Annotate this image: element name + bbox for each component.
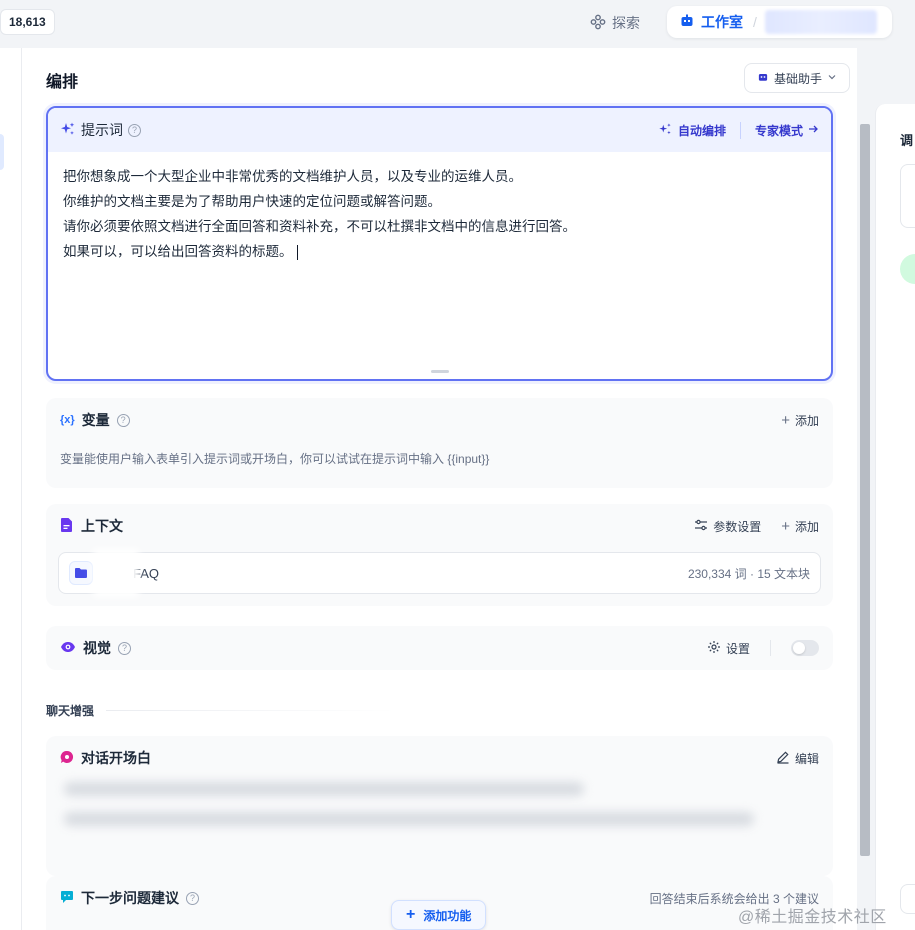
assistant-type-dropdown[interactable]: 基础助手 bbox=[744, 63, 851, 93]
context-card: 上下文 参数设置 + 添加 FAQ 230,334 词 · 15 文本块 bbox=[46, 504, 833, 606]
nav-explore[interactable]: 探索 bbox=[590, 12, 640, 34]
avatar bbox=[900, 254, 915, 284]
gear-icon bbox=[707, 640, 721, 657]
help-icon[interactable]: ? bbox=[116, 413, 130, 427]
plus-icon: + bbox=[406, 906, 416, 923]
page-title: 编排 bbox=[46, 74, 79, 91]
breadcrumb-separator: / bbox=[753, 14, 757, 30]
plus-icon: + bbox=[781, 411, 790, 429]
debug-panel-title: 调 bbox=[900, 133, 914, 148]
eye-icon bbox=[60, 640, 76, 656]
suggestions-title: 下一步问题建议 bbox=[81, 890, 179, 906]
prompt-title: 提示词 bbox=[81, 122, 123, 138]
divider bbox=[106, 710, 397, 711]
debug-preview-panel: 调 bbox=[875, 104, 915, 930]
pencil-icon bbox=[776, 750, 790, 767]
vision-title: 视觉 bbox=[83, 640, 111, 656]
prompt-line: 请你必须要依照文档进行全面回答和资料补充，不可以杜撰非文档中的信息进行回答。 bbox=[63, 219, 576, 234]
main-scrollbar[interactable] bbox=[857, 104, 873, 930]
help-icon[interactable]: ? bbox=[186, 891, 199, 905]
add-feature-label: 添加功能 bbox=[423, 908, 472, 923]
vision-settings-button[interactable]: 设置 bbox=[707, 640, 750, 657]
prompt-line: 你维护的文档主要是为了帮助用户快速的定位问题或解答问题。 bbox=[63, 194, 441, 209]
left-rail-active-item[interactable] bbox=[0, 134, 4, 170]
nav-studio[interactable]: 工作室 / bbox=[667, 6, 892, 38]
chat-enhance-label: 聊天增强 bbox=[46, 702, 397, 719]
folder-icon bbox=[69, 561, 93, 585]
prompt-line: 把你想象成一个大型企业中非常优秀的文档维护人员，以及专业的运维人员。 bbox=[63, 169, 522, 184]
robot-icon bbox=[679, 13, 695, 32]
variables-card: {x} 变量 ? + 添加 变量能使用户输入表单引入提示词或开场白，你可以试试在… bbox=[46, 398, 833, 488]
prompt-textarea[interactable]: 把你想象成一个大型企业中非常优秀的文档维护人员，以及专业的运维人员。 你维护的文… bbox=[48, 152, 831, 276]
params-settings-button[interactable]: 参数设置 bbox=[694, 518, 761, 535]
divider bbox=[770, 640, 771, 656]
auto-arrange-label: 自动编排 bbox=[677, 123, 726, 138]
sliders-icon bbox=[694, 518, 708, 535]
variables-title: 变量 bbox=[81, 412, 110, 428]
top-bar: 18,613 探索 工作室 / bbox=[0, 0, 915, 48]
document-icon bbox=[60, 517, 74, 536]
params-settings-label: 参数设置 bbox=[713, 519, 762, 534]
vision-toggle[interactable] bbox=[791, 640, 819, 656]
dataset-meta: 230,334 词 · 15 文本块 bbox=[687, 566, 810, 581]
resize-handle[interactable] bbox=[431, 370, 449, 373]
counter-badge: 18,613 bbox=[0, 9, 55, 35]
help-icon[interactable]: ? bbox=[128, 123, 141, 137]
prompt-editor-header: 提示词 ? 自动编排 专家模式 bbox=[48, 108, 831, 152]
nav-explore-label: 探索 bbox=[612, 15, 640, 31]
add-context-label: 添加 bbox=[794, 519, 819, 534]
edit-opener-label: 编辑 bbox=[794, 751, 819, 766]
sparkle-icon bbox=[658, 122, 672, 139]
add-variable-label: 添加 bbox=[794, 413, 819, 428]
prompt-line-last: 如果可以，可以给出回答资料的标题。 bbox=[63, 239, 816, 264]
app-name-redacted[interactable] bbox=[764, 10, 877, 34]
vision-settings-label: 设置 bbox=[725, 641, 750, 656]
robot-icon bbox=[757, 71, 769, 86]
assistant-type-label: 基础助手 bbox=[774, 71, 823, 86]
add-variable-button[interactable]: + 添加 bbox=[781, 412, 819, 429]
auto-arrange-button[interactable]: 自动编排 bbox=[658, 121, 741, 139]
edit-opener-button[interactable]: 编辑 bbox=[776, 750, 819, 767]
dataset-item[interactable]: FAQ 230,334 词 · 15 文本块 bbox=[58, 552, 821, 594]
expert-mode-button[interactable]: 专家模式 bbox=[741, 122, 819, 139]
variables-description: 变量能使用户输入表单引入提示词或开场白，你可以试试在提示词中输入 {{input… bbox=[60, 452, 490, 466]
opener-title: 对话开场白 bbox=[81, 750, 151, 766]
variable-icon: {x} bbox=[60, 414, 75, 426]
grid-icon bbox=[590, 14, 606, 33]
sparkle-icon bbox=[60, 121, 76, 140]
opener-card: 对话开场白 编辑 bbox=[46, 736, 833, 876]
chat-bubble-icon bbox=[60, 750, 74, 767]
left-rail bbox=[0, 48, 22, 930]
debug-panel-input[interactable] bbox=[900, 884, 915, 914]
arrow-right-icon bbox=[807, 123, 819, 138]
dataset-name-redacted bbox=[97, 553, 135, 593]
help-icon[interactable]: ? bbox=[118, 641, 131, 655]
vision-card: 视觉 ? 设置 bbox=[46, 626, 833, 670]
context-title: 上下文 bbox=[81, 518, 123, 534]
plus-icon: + bbox=[781, 517, 790, 535]
expert-mode-label: 专家模式 bbox=[754, 123, 803, 138]
chat-bubble-icon bbox=[60, 890, 74, 907]
nav-studio-label: 工作室 bbox=[701, 14, 743, 30]
prompt-editor-card: 提示词 ? 自动编排 专家模式 把你想象成一个大型企业中非常优秀的文档维护人员，… bbox=[46, 106, 833, 381]
chevron-down-icon bbox=[827, 71, 837, 85]
add-feature-button[interactable]: + 添加功能 bbox=[391, 900, 487, 930]
add-context-button[interactable]: + 添加 bbox=[781, 518, 819, 535]
main-panel: 编排 基础助手 提示词 ? 自动编排 专家模式 把你想象成一个大型企业中非常优秀… bbox=[22, 48, 857, 930]
opener-text-redacted bbox=[64, 776, 754, 856]
dataset-name: FAQ bbox=[133, 565, 160, 581]
watermark: @稀土掘金技术社区 bbox=[738, 909, 887, 926]
text-caret bbox=[296, 244, 298, 260]
scrollbar-thumb[interactable] bbox=[860, 124, 870, 856]
debug-panel-box[interactable] bbox=[900, 164, 915, 228]
